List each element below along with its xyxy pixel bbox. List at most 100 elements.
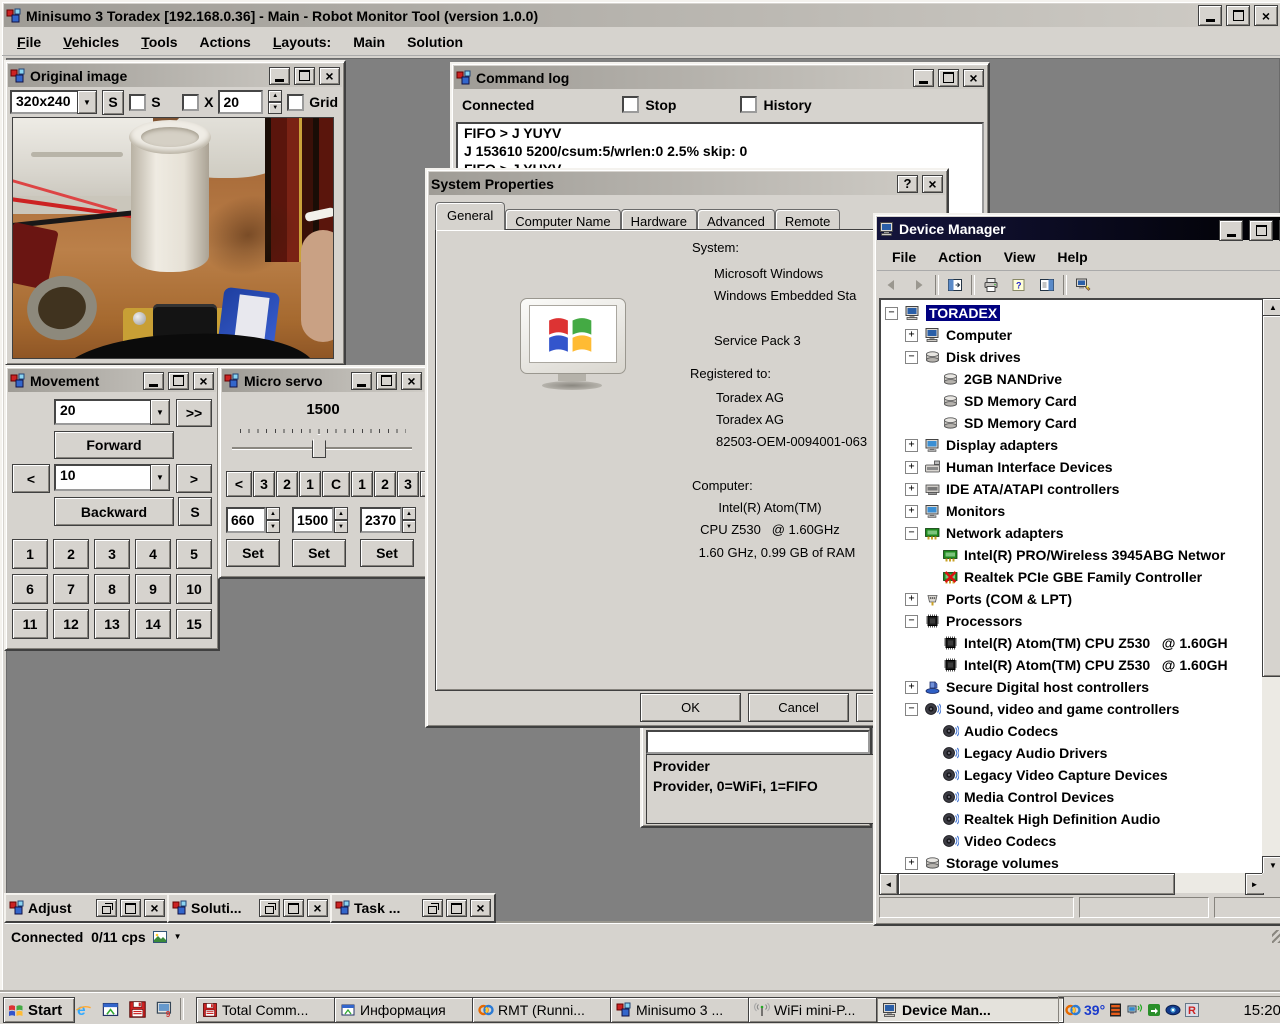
collapse-icon[interactable]: − bbox=[905, 351, 918, 364]
tree-item-disk-drives[interactable]: −Disk drives bbox=[881, 346, 1264, 368]
chevron-down-icon[interactable]: ▼ bbox=[150, 399, 170, 425]
expand-icon[interactable]: + bbox=[905, 505, 918, 518]
expand-icon[interactable]: + bbox=[905, 593, 918, 606]
collapse-icon[interactable]: − bbox=[905, 703, 918, 716]
quicklaunch-ie[interactable]: e bbox=[74, 1000, 93, 1019]
s-checkbox[interactable] bbox=[129, 94, 146, 111]
toolbar-fwd-button[interactable] bbox=[907, 273, 931, 297]
pad-button-5[interactable]: 5 bbox=[176, 539, 212, 569]
menu-action[interactable]: Action bbox=[927, 246, 993, 268]
micro-servo-titlebar[interactable]: Micro servo × bbox=[222, 369, 424, 392]
tree-item-sound-video-and-game-controllers[interactable]: −Sound, video and game controllers bbox=[881, 698, 1264, 720]
stop-button[interactable]: S bbox=[178, 497, 212, 526]
main-titlebar[interactable]: Minisumo 3 Toradex [192.168.0.36] - Main… bbox=[4, 4, 1280, 27]
tree-item-secure-digital-host-controllers[interactable]: +Secure Digital host controllers bbox=[881, 676, 1264, 698]
menu-layouts[interactable]: Layouts: bbox=[262, 31, 342, 53]
toolbar-panes-button[interactable] bbox=[943, 273, 967, 297]
slider-thumb[interactable] bbox=[312, 433, 326, 458]
device-tree[interactable]: −TORADEX+Computer−Disk drives2GB NANDriv… bbox=[879, 298, 1266, 879]
tree-item-storage-volumes[interactable]: +Storage volumes bbox=[881, 852, 1264, 874]
servo-button-c[interactable]: C bbox=[322, 471, 350, 497]
turn-right-button[interactable]: > bbox=[176, 464, 212, 493]
close-button[interactable]: × bbox=[144, 899, 165, 917]
close-button[interactable]: × bbox=[319, 67, 340, 85]
menu-solution[interactable]: Solution bbox=[396, 31, 474, 53]
tree-item-intel-r-atom-tm-cpu-z530-1-60gh[interactable]: Intel(R) Atom(TM) CPU Z530 @ 1.60GH bbox=[881, 654, 1264, 676]
pad-button-10[interactable]: 10 bbox=[176, 574, 212, 604]
maximize-button[interactable] bbox=[294, 67, 315, 85]
pad-button-15[interactable]: 15 bbox=[176, 609, 212, 639]
servo-button-2[interactable]: 2 bbox=[374, 471, 396, 497]
restore-button[interactable] bbox=[96, 899, 117, 917]
pad-button-7[interactable]: 7 bbox=[53, 574, 89, 604]
main-maximize-button[interactable] bbox=[1226, 5, 1250, 26]
collapse-icon[interactable]: − bbox=[885, 307, 898, 320]
expand-icon[interactable]: + bbox=[905, 681, 918, 694]
restore-button[interactable] bbox=[422, 899, 443, 917]
tree-item-ide-ata-atapi-controllers[interactable]: +IDE ATA/ATAPI controllers bbox=[881, 478, 1264, 500]
pad-button-3[interactable]: 3 bbox=[94, 539, 130, 569]
tree-item-intel-r-pro-wireless-3945abg-networ[interactable]: Intel(R) PRO/Wireless 3945ABG Networ bbox=[881, 544, 1264, 566]
servo-button-[interactable]: < bbox=[226, 471, 252, 497]
tray-vnc-tray[interactable]: R bbox=[1184, 1002, 1200, 1018]
servo-button-1[interactable]: 1 bbox=[351, 471, 373, 497]
tree-item-legacy-video-capture-devices[interactable]: Legacy Video Capture Devices bbox=[881, 764, 1264, 786]
start-button[interactable]: Start bbox=[3, 997, 75, 1023]
tree-item-intel-r-atom-tm-cpu-z530-1-60gh[interactable]: Intel(R) Atom(TM) CPU Z530 @ 1.60GH bbox=[881, 632, 1264, 654]
menu-main[interactable]: Main bbox=[342, 31, 396, 53]
forward-button[interactable]: Forward bbox=[54, 431, 174, 459]
system-properties-titlebar[interactable]: System Properties ? × bbox=[429, 172, 945, 195]
taskbar-button-device-man[interactable]: Device Man... bbox=[876, 997, 1064, 1023]
maximize-button[interactable] bbox=[1249, 220, 1273, 241]
servo-button-2[interactable]: 2 bbox=[276, 471, 298, 497]
original-image-titlebar[interactable]: Original image × bbox=[8, 64, 342, 87]
set-max-button[interactable]: Set bbox=[360, 539, 414, 567]
tray-update-tray[interactable] bbox=[1146, 1002, 1162, 1018]
servo-mid-value[interactable]: 1500 bbox=[292, 507, 334, 533]
menu-view[interactable]: View bbox=[993, 246, 1047, 268]
servo-button-3[interactable]: 3 bbox=[253, 471, 275, 497]
tree-item-network-adapters[interactable]: −Network adapters bbox=[881, 522, 1264, 544]
interval-spinner[interactable]: ▲▼ bbox=[268, 90, 282, 114]
maximize-button[interactable] bbox=[120, 899, 141, 917]
main-close-button[interactable]: × bbox=[1254, 5, 1278, 26]
set-min-button[interactable]: Set bbox=[226, 539, 280, 567]
tab-general[interactable]: General bbox=[435, 202, 505, 230]
toolbar-back-button[interactable] bbox=[879, 273, 903, 297]
taskbar-button-информация[interactable]: Информация bbox=[334, 997, 478, 1023]
servo-min-value[interactable]: 660 bbox=[226, 507, 266, 533]
maximize-button[interactable] bbox=[376, 372, 397, 390]
taskbar-button-total-comm[interactable]: Total Comm... bbox=[196, 997, 340, 1023]
resolution-select[interactable]: 320x240 ▼ bbox=[10, 90, 97, 114]
tree-item-2gb-nandrive[interactable]: 2GB NANDrive bbox=[881, 368, 1264, 390]
picture-dropdown-icon[interactable]: ▼ bbox=[174, 932, 182, 941]
help-button[interactable]: ? bbox=[897, 175, 918, 193]
maximize-button[interactable] bbox=[283, 899, 304, 917]
expand-icon[interactable]: + bbox=[905, 483, 918, 496]
tree-item-legacy-audio-drivers[interactable]: Legacy Audio Drivers bbox=[881, 742, 1264, 764]
tree-item-realtek-pcie-gbe-family-controller[interactable]: Realtek PCIe GBE Family Controller bbox=[881, 566, 1264, 588]
set-mid-button[interactable]: Set bbox=[292, 539, 346, 567]
minimized-window-soluti[interactable]: Soluti...× bbox=[167, 893, 333, 923]
minimized-window-adjust[interactable]: Adjust× bbox=[4, 893, 170, 923]
taskbar-button-minisumo-3[interactable]: Minisumo 3 ... bbox=[610, 997, 754, 1023]
horizontal-scroll-thumb[interactable] bbox=[898, 873, 1175, 895]
command-log-titlebar[interactable]: Command log × bbox=[454, 66, 986, 89]
maximize-button[interactable] bbox=[446, 899, 467, 917]
vertical-scroll-thumb[interactable] bbox=[1262, 315, 1280, 677]
tree-item-video-codecs[interactable]: Video Codecs bbox=[881, 830, 1264, 852]
maximize-button[interactable] bbox=[168, 372, 189, 390]
servo-button-3[interactable]: 3 bbox=[397, 471, 419, 497]
quicklaunch-app-window[interactable] bbox=[101, 1000, 120, 1019]
expand-icon[interactable]: + bbox=[905, 857, 918, 870]
pad-button-1[interactable]: 1 bbox=[12, 539, 48, 569]
quicklaunch-show-desktop[interactable]: 9 bbox=[155, 1000, 174, 1019]
close-button[interactable]: × bbox=[470, 899, 491, 917]
quicklaunch-total-commander[interactable] bbox=[128, 1000, 147, 1019]
restore-button[interactable] bbox=[259, 899, 280, 917]
minimize-button[interactable] bbox=[143, 372, 164, 390]
toolbar-print-button[interactable] bbox=[979, 273, 1003, 297]
pad-button-6[interactable]: 6 bbox=[12, 574, 48, 604]
vertical-scrollbar[interactable]: ▲ ▼ bbox=[1262, 298, 1280, 873]
pad-button-13[interactable]: 13 bbox=[94, 609, 130, 639]
